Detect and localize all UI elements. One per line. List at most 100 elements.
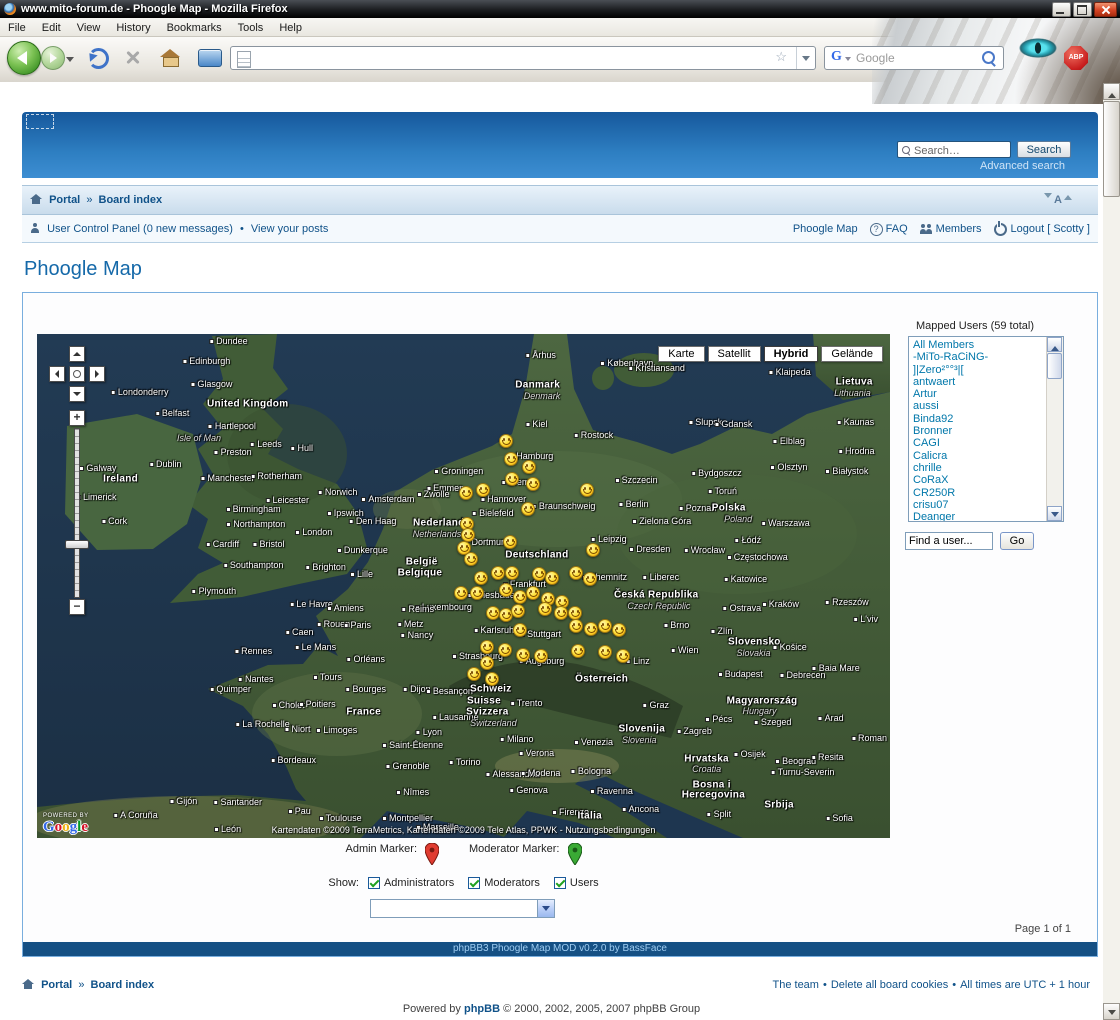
userlist-scroll-thumb[interactable]	[1047, 353, 1062, 379]
user-list-item[interactable]: CAGI	[913, 437, 1063, 449]
userlist-scroll-up-icon[interactable]	[1047, 337, 1062, 352]
user-smiley-marker[interactable]	[598, 645, 612, 659]
find-user-input[interactable]	[905, 532, 993, 550]
tab-panel-icon[interactable]	[198, 49, 222, 67]
user-list-item[interactable]: -MiTo-RaCiNG-	[913, 351, 1063, 363]
search-engine-box[interactable]: G Google	[824, 46, 1004, 70]
user-list-item[interactable]: ]|Zero²°°³|[	[913, 364, 1063, 376]
user-smiley-marker[interactable]	[454, 586, 468, 600]
scroll-thumb[interactable]	[1103, 101, 1120, 197]
user-smiley-marker[interactable]	[612, 623, 626, 637]
user-smiley-marker[interactable]	[464, 552, 478, 566]
footer-portal-link[interactable]: Portal	[41, 979, 72, 991]
search-input[interactable]	[912, 142, 1012, 159]
scroll-up-icon[interactable]	[1103, 83, 1120, 100]
breadcrumb-portal[interactable]: Portal	[49, 194, 80, 206]
user-smiley-marker[interactable]	[505, 566, 519, 580]
user-smiley-marker[interactable]	[513, 623, 527, 637]
user-select-dropdown[interactable]	[370, 899, 555, 918]
user-smiley-marker[interactable]	[499, 434, 513, 448]
user-smiley-marker[interactable]	[467, 667, 481, 681]
browser-scrollbar[interactable]	[1103, 83, 1120, 1020]
user-list-item[interactable]: antwaert	[913, 376, 1063, 388]
user-smiley-marker[interactable]	[513, 590, 527, 604]
header-search-field[interactable]	[897, 141, 1011, 158]
stop-icon[interactable]	[124, 48, 142, 66]
user-list-item[interactable]: aussi	[913, 400, 1063, 412]
reload-icon[interactable]	[88, 48, 109, 69]
user-smiley-marker[interactable]	[485, 672, 499, 686]
userbar-link-logout-scotty-[interactable]: Logout [ Scotty ]	[994, 215, 1091, 243]
footer-link-0[interactable]: The team	[773, 979, 819, 991]
search-engine-name[interactable]: Google	[856, 47, 895, 69]
user-list-item[interactable]: Deanger	[913, 511, 1063, 522]
user-list-item[interactable]: Artur	[913, 388, 1063, 400]
breadcrumb-board-index[interactable]: Board index	[99, 194, 163, 206]
map-type-karte[interactable]: Karte	[658, 346, 704, 362]
site-logo-placeholder[interactable]	[26, 114, 54, 129]
menu-edit[interactable]: Edit	[34, 19, 69, 37]
user-smiley-marker[interactable]	[583, 572, 597, 586]
map-type-hybrid[interactable]: Hybrid	[764, 346, 819, 362]
map-type-gelände[interactable]: Gelände	[821, 346, 883, 362]
user-list-item[interactable]: CoRaX	[913, 474, 1063, 486]
forward-button[interactable]	[41, 46, 65, 70]
go-button[interactable]: Go	[1000, 532, 1034, 550]
ucp-link[interactable]: User Control Panel (0 new messages)	[47, 215, 233, 243]
user-list-item[interactable]: chrille	[913, 462, 1063, 474]
google-map-logo[interactable]: POWERED BY Google	[43, 813, 89, 835]
home-button-icon[interactable]	[160, 49, 180, 65]
checkbox-users[interactable]	[554, 877, 566, 889]
view-your-posts-link[interactable]: View your posts	[251, 215, 328, 243]
pan-center-button[interactable]	[69, 366, 85, 382]
mapped-users-list[interactable]: All Members-MiTo-RaCiNG-]|Zero²°°³|[antw…	[908, 336, 1064, 522]
pan-left-button[interactable]	[49, 366, 65, 382]
urlbar-dropdown-icon[interactable]	[796, 47, 815, 69]
phpbb-link[interactable]: phpBB	[464, 1003, 500, 1015]
userbar-link-faq[interactable]: FAQ	[870, 215, 908, 243]
map-canvas[interactable]: DundeeEdinburghGlasgowLondonderryUnited …	[37, 334, 890, 838]
user-list-item[interactable]: All Members	[913, 339, 1063, 351]
advanced-search-link[interactable]: Advanced search	[980, 160, 1065, 172]
menu-view[interactable]: View	[69, 19, 109, 37]
menu-bookmarks[interactable]: Bookmarks	[159, 19, 230, 37]
user-smiley-marker[interactable]	[461, 528, 475, 542]
user-smiley-marker[interactable]	[554, 606, 568, 620]
pan-down-button[interactable]	[69, 386, 85, 402]
pan-right-button[interactable]	[89, 366, 105, 382]
bookmark-star-icon[interactable]: ☆	[775, 49, 787, 65]
close-button[interactable]	[1094, 2, 1117, 17]
google-engine-icon[interactable]: G	[831, 49, 842, 65]
zoom-slider-thumb[interactable]	[65, 540, 89, 549]
font-size-widget[interactable]: A	[1044, 186, 1072, 214]
maximize-button[interactable]	[1073, 2, 1092, 17]
userlist-scrollbar[interactable]	[1046, 337, 1063, 521]
zoom-out-button[interactable]: −	[69, 599, 85, 615]
checkbox-moderators[interactable]	[468, 877, 480, 889]
search-go-icon[interactable]	[982, 51, 995, 64]
zoom-slider-track[interactable]	[74, 428, 80, 598]
dropdown-arrow-icon[interactable]	[537, 900, 554, 917]
user-list-item[interactable]: crisu07	[913, 499, 1063, 511]
user-smiley-marker[interactable]	[491, 566, 505, 580]
back-button[interactable]	[7, 41, 41, 75]
pan-up-button[interactable]	[69, 346, 85, 362]
userlist-scroll-down-icon[interactable]	[1047, 506, 1062, 521]
menu-history[interactable]: History	[108, 19, 158, 37]
user-smiley-marker[interactable]	[569, 566, 583, 580]
user-list-item[interactable]: Calicra	[913, 450, 1063, 462]
user-list-item[interactable]: Binda92	[913, 413, 1063, 425]
history-dropdown-icon[interactable]	[66, 57, 74, 66]
user-smiley-marker[interactable]	[571, 644, 585, 658]
user-list-item[interactable]: Bronner	[913, 425, 1063, 437]
search-button[interactable]: Search	[1017, 141, 1071, 158]
engine-dropdown-icon[interactable]	[845, 57, 851, 64]
user-smiley-marker[interactable]	[616, 649, 630, 663]
zoom-in-button[interactable]: +	[69, 410, 85, 426]
userbar-link-members[interactable]: Members	[920, 215, 982, 243]
footer-link-1[interactable]: Delete all board cookies	[831, 979, 948, 991]
footer-board-index-link[interactable]: Board index	[91, 979, 155, 991]
menu-file[interactable]: File	[0, 19, 34, 37]
checkbox-administrators[interactable]	[368, 877, 380, 889]
title-bar[interactable]: www.mito-forum.de - Phoogle Map - Mozill…	[0, 0, 1120, 18]
